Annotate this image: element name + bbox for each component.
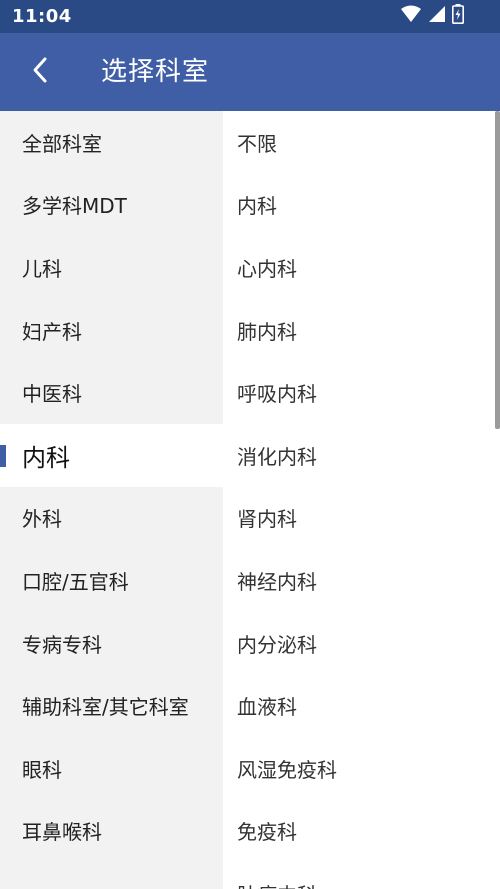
category-item-label: 中医科	[22, 382, 82, 407]
wifi-icon	[400, 5, 422, 27]
category-item-label: 专病专科	[22, 632, 102, 657]
sub-department-label: 免疫科	[237, 820, 297, 845]
page-title: 选择科室	[101, 57, 210, 87]
status-time: 11:04	[12, 6, 72, 27]
category-item-label: 外科	[22, 507, 62, 532]
sub-department-label: 血液科	[237, 695, 297, 720]
category-item-label: 眼科	[22, 757, 62, 782]
category-item[interactable]: 外科	[0, 487, 223, 550]
sub-department-label: 不限	[237, 131, 277, 156]
category-item-selected[interactable]: 内科	[0, 423, 223, 487]
sub-department-label: 肾内科	[237, 507, 297, 532]
sub-department-item[interactable]: 心内科	[223, 236, 500, 299]
sub-department-item[interactable]: 呼吸内科	[223, 361, 500, 424]
category-item[interactable]: 专病专科	[0, 612, 223, 675]
status-bar: 11:04	[0, 0, 500, 33]
sub-department-item[interactable]: 肾内科	[223, 487, 500, 550]
sub-department-item[interactable]: 内科	[223, 174, 500, 237]
category-item-label: 辅助科室/其它科室	[22, 695, 189, 720]
sub-department-label: 消化内科	[237, 444, 317, 469]
scrollbar[interactable]	[495, 111, 500, 429]
sub-department-item[interactable]: 内分泌科	[223, 612, 500, 675]
back-arrow-icon	[32, 56, 48, 88]
app-bar: 选择科室	[0, 33, 500, 111]
sub-department-label: 神经内科	[237, 569, 317, 594]
cellular-signal-icon	[428, 5, 446, 27]
back-button[interactable]	[20, 51, 60, 93]
department-category-list: 全部科室 多学科MDT 儿科 妇产科 中医科 内科 外科 口腔/五官科 专病专科…	[0, 111, 223, 889]
category-item-label: 口腔/五官科	[22, 569, 129, 594]
category-item[interactable]: 妇产科	[0, 299, 223, 362]
sub-department-label: 呼吸内科	[237, 382, 317, 407]
category-item-label: 内科	[22, 443, 70, 472]
sub-department-item[interactable]: 不限	[223, 111, 500, 174]
category-item[interactable]: 中医科	[0, 361, 223, 424]
sub-department-item[interactable]: 免疫科	[223, 800, 500, 863]
category-item[interactable]: 多学科MDT	[0, 174, 223, 237]
sub-department-label: 内科	[237, 194, 277, 219]
sub-department-label: 心内科	[237, 256, 297, 281]
category-item[interactable]: 辅助科室/其它科室	[0, 674, 223, 737]
category-item-label: 耳鼻喉科	[22, 820, 102, 845]
status-icons	[400, 4, 464, 28]
sub-department-item[interactable]: 神经内科	[223, 549, 500, 612]
sub-department-label: 肿瘤内科	[237, 879, 317, 889]
category-item[interactable]: 眼科	[0, 737, 223, 800]
category-item-label: 妇产科	[22, 319, 82, 344]
sub-department-item[interactable]: 血液科	[223, 674, 500, 737]
category-item-label: 全部科室	[22, 131, 102, 156]
battery-charging-icon	[452, 4, 464, 28]
sub-department-list: 不限 内科 心内科 肺内科 呼吸内科 消化内科 肾内科 神经内科 内分泌科 血液…	[223, 111, 500, 889]
sub-department-item[interactable]: 风湿免疫科	[223, 737, 500, 800]
sub-department-label: 风湿免疫科	[237, 757, 337, 782]
category-item-label: 多学科MDT	[22, 194, 127, 219]
category-item[interactable]: 耳鼻喉科	[0, 800, 223, 863]
sub-department-label: 内分泌科	[237, 632, 317, 657]
sub-department-item[interactable]: 肺内科	[223, 299, 500, 362]
sub-department-item[interactable]: 肿瘤内科	[223, 862, 500, 889]
category-item-label: 儿科	[22, 256, 62, 281]
sub-department-item[interactable]: 消化内科	[223, 424, 500, 487]
sub-department-label: 肺内科	[237, 319, 297, 344]
category-item[interactable]: 全部科室	[0, 111, 223, 174]
category-item[interactable]: 口腔/五官科	[0, 549, 223, 612]
category-item[interactable]: 儿科	[0, 236, 223, 299]
